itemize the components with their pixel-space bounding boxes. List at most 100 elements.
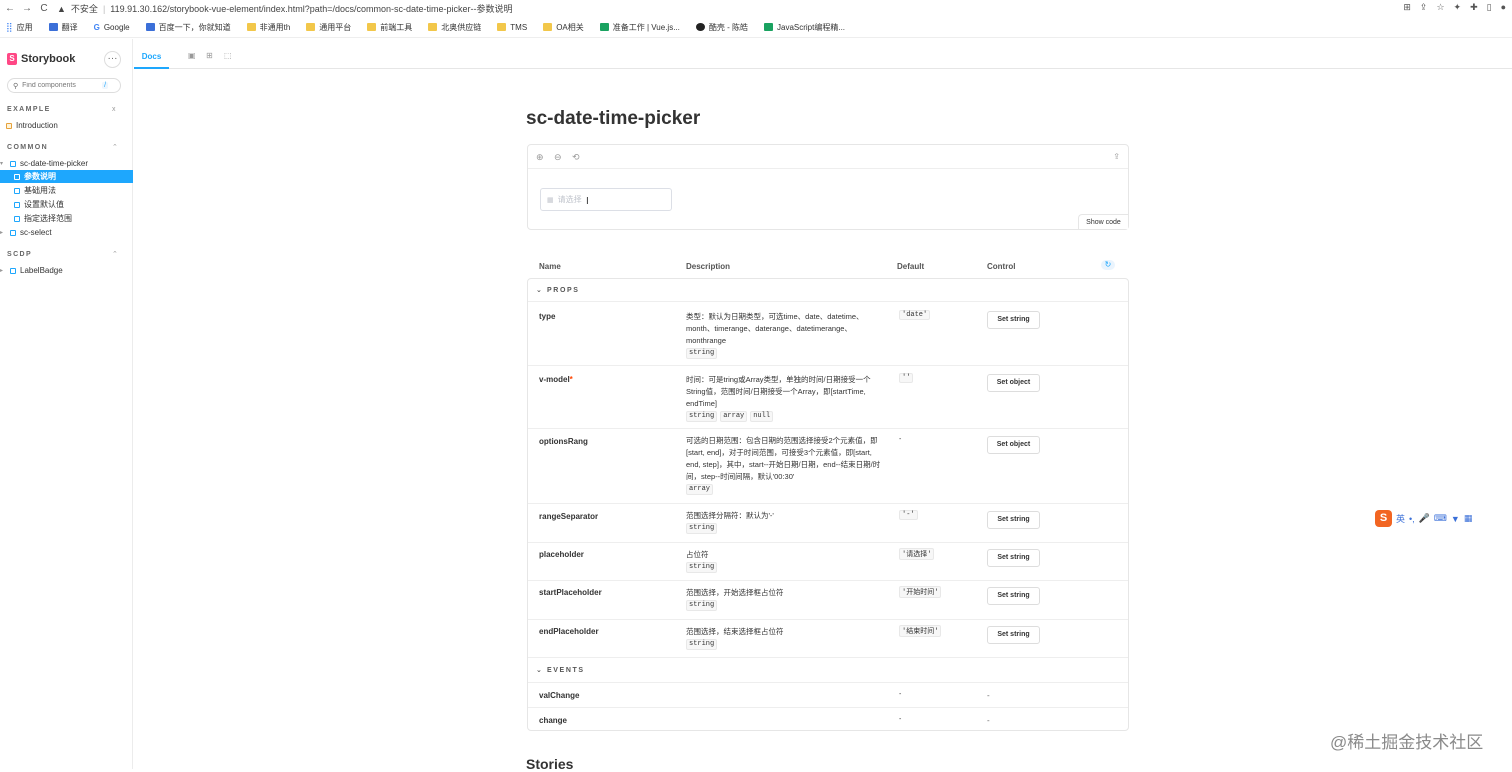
- bookmark-item[interactable]: 非通用th: [246, 22, 290, 33]
- reload-icon[interactable]: C: [37, 3, 51, 14]
- chevron-down-icon: ▾: [0, 161, 4, 167]
- forward-icon[interactable]: →: [20, 3, 34, 14]
- set-object-button[interactable]: Set object: [987, 374, 1040, 392]
- section-collapse-icon[interactable]: ⌃: [112, 143, 118, 151]
- prop-description: 时间：可是tring或Array类型，单独的时间/日期接受一个String值，范…: [686, 375, 871, 422]
- group-props[interactable]: ⌄ PROPS: [528, 286, 1128, 294]
- sidebar-item-introduction[interactable]: Introduction: [0, 119, 133, 132]
- story-icon: [14, 215, 20, 222]
- share-icon[interactable]: ⇪: [1420, 2, 1428, 13]
- sidebar-item-default-value[interactable]: 设置默认值: [0, 198, 133, 211]
- grid-icon[interactable]: ⊞: [206, 51, 213, 60]
- translate-icon[interactable]: ⊞: [1403, 2, 1411, 13]
- profile-icon[interactable]: ●: [1501, 2, 1506, 13]
- zoom-out-icon[interactable]: ⊖: [554, 152, 562, 163]
- star-icon[interactable]: ☆: [1436, 2, 1444, 13]
- chevron-right-icon: ▸: [0, 230, 4, 236]
- docs-toolbar: Docs ▣ ⊞ ⬚: [134, 39, 1512, 69]
- sidepanel-icon[interactable]: ▯: [1487, 2, 1492, 13]
- keyboard-icon[interactable]: ⌨: [1434, 513, 1447, 524]
- table-row: startPlaceholder 范围选择，开始选择框占位符 string '开…: [528, 580, 1128, 619]
- table-row: valChange - -: [528, 682, 1128, 707]
- bookmark-item[interactable]: 通用平台: [306, 22, 351, 33]
- column-header-description: Description: [686, 262, 731, 271]
- bookmark-item[interactable]: 前端工具: [367, 22, 412, 33]
- extension-icon[interactable]: ✦: [1454, 2, 1462, 13]
- type-tag: array: [686, 484, 714, 495]
- set-string-button[interactable]: Set string: [987, 549, 1040, 567]
- sidebar-item-labelbadge[interactable]: ▸ LabelBadge: [0, 264, 133, 277]
- toolbox-icon[interactable]: ▦: [1464, 513, 1473, 524]
- url-text[interactable]: 119.91.30.162/storybook-vue-element/inde…: [110, 2, 512, 15]
- more-menu-button[interactable]: ···: [104, 51, 121, 68]
- storybook-brand[interactable]: S Storybook: [7, 53, 75, 65]
- type-tag: string: [686, 523, 718, 534]
- browser-address-bar: ← → C ▲ 不安全 | 119.91.30.162/storybook-vu…: [0, 0, 1512, 17]
- set-string-button[interactable]: Set string: [987, 587, 1040, 605]
- vue-icon: [599, 23, 609, 31]
- prop-name: placeholder: [539, 550, 584, 559]
- js-icon: [764, 23, 773, 31]
- component-icon: [10, 229, 16, 236]
- section-close-icon[interactable]: x: [112, 106, 116, 113]
- section-collapse-icon[interactable]: ⌃: [112, 250, 118, 258]
- section-common[interactable]: COMMON: [7, 144, 48, 151]
- component-icon: [10, 267, 16, 274]
- sidebar-item-params[interactable]: 参数说明: [0, 170, 133, 183]
- event-default: -: [899, 716, 902, 723]
- ime-toolbar[interactable]: S 英 •, 🎤 ⌨ ▼ ▦: [1375, 510, 1473, 527]
- storybook-logo-icon: S: [7, 53, 17, 65]
- set-object-button[interactable]: Set object: [987, 436, 1040, 454]
- ime-mode[interactable]: 英: [1396, 512, 1405, 525]
- bookmark-item[interactable]: G Google: [94, 23, 130, 32]
- punctuation-icon[interactable]: •,: [1409, 514, 1415, 524]
- reset-controls-icon[interactable]: ↻: [1101, 260, 1115, 270]
- microphone-icon[interactable]: 🎤: [1419, 513, 1430, 524]
- set-string-button[interactable]: Set string: [987, 511, 1040, 529]
- bookmark-item[interactable]: 北奥供应链: [428, 22, 481, 33]
- sidebar-item-sc-select[interactable]: ▸ sc-select: [0, 226, 133, 239]
- bookmark-item[interactable]: 酷壳 - 陈皓: [695, 22, 748, 33]
- calendar-icon: ▦: [547, 196, 554, 204]
- back-icon[interactable]: ←: [3, 3, 17, 14]
- prop-description: 范围选择，开始选择框占位符 string: [686, 588, 784, 611]
- prop-default: '请选择': [899, 548, 935, 560]
- bookmark-item[interactable]: 翻译: [48, 22, 78, 33]
- table-row: v-model* 时间：可是tring或Array类型，单独的时间/日期接受一个…: [528, 365, 1128, 428]
- bookmark-item[interactable]: 准备工作 | Vue.js...: [599, 22, 680, 33]
- prop-description: 范围选择，结束选择框占位符 string: [686, 627, 784, 650]
- url-field[interactable]: ▲ 不安全 | 119.91.30.162/storybook-vue-elem…: [57, 2, 513, 15]
- search-input[interactable]: [22, 82, 99, 89]
- sidebar-item-basic-usage[interactable]: 基础用法: [0, 184, 133, 197]
- stories-heading: Stories: [526, 756, 574, 772]
- sidebar-item-range[interactable]: 指定选择范围: [0, 212, 133, 225]
- zoom-in-icon[interactable]: ⊕: [536, 152, 544, 163]
- date-picker-input[interactable]: [557, 195, 658, 204]
- date-picker[interactable]: ▦: [540, 188, 672, 211]
- show-code-button[interactable]: Show code: [1078, 214, 1128, 229]
- search-box[interactable]: ⚲ /: [7, 78, 121, 93]
- image-icon[interactable]: ▣: [188, 51, 196, 60]
- set-string-button[interactable]: Set string: [987, 626, 1040, 644]
- group-events[interactable]: ⌄ EVENTS: [528, 666, 1128, 674]
- section-scdp[interactable]: SCDP: [7, 251, 32, 258]
- bookmark-item[interactable]: 百度一下，你就知道: [145, 22, 231, 33]
- puzzle-icon[interactable]: ✚: [1470, 2, 1478, 13]
- bookmark-item[interactable]: JavaScript编程精...: [764, 22, 845, 33]
- bookmarks-bar: ⣿ 应用 翻译 G Google 百度一下，你就知道 非通用th 通用平台 前端工具…: [0, 17, 1512, 38]
- bookmark-item[interactable]: TMS: [497, 23, 527, 32]
- bookmark-item[interactable]: OA相关: [543, 22, 584, 33]
- skin-icon[interactable]: ▼: [1451, 514, 1460, 524]
- zoom-reset-icon[interactable]: ⟲: [572, 152, 580, 163]
- coolshell-icon: [695, 23, 705, 31]
- bookmark-item[interactable]: ⣿ 应用: [6, 22, 33, 33]
- tab-docs[interactable]: Docs: [134, 39, 169, 69]
- url-separator: |: [102, 3, 106, 14]
- sidebar-item-sc-date-time-picker[interactable]: ▾ sc-date-time-picker: [0, 157, 133, 170]
- outline-icon[interactable]: ⬚: [224, 51, 232, 60]
- section-example[interactable]: EXAMPLE: [7, 106, 51, 113]
- table-row: change - -: [528, 707, 1128, 731]
- component-icon: [10, 160, 16, 167]
- open-new-tab-icon[interactable]: ⇪: [1113, 152, 1120, 161]
- set-string-button[interactable]: Set string: [987, 311, 1040, 329]
